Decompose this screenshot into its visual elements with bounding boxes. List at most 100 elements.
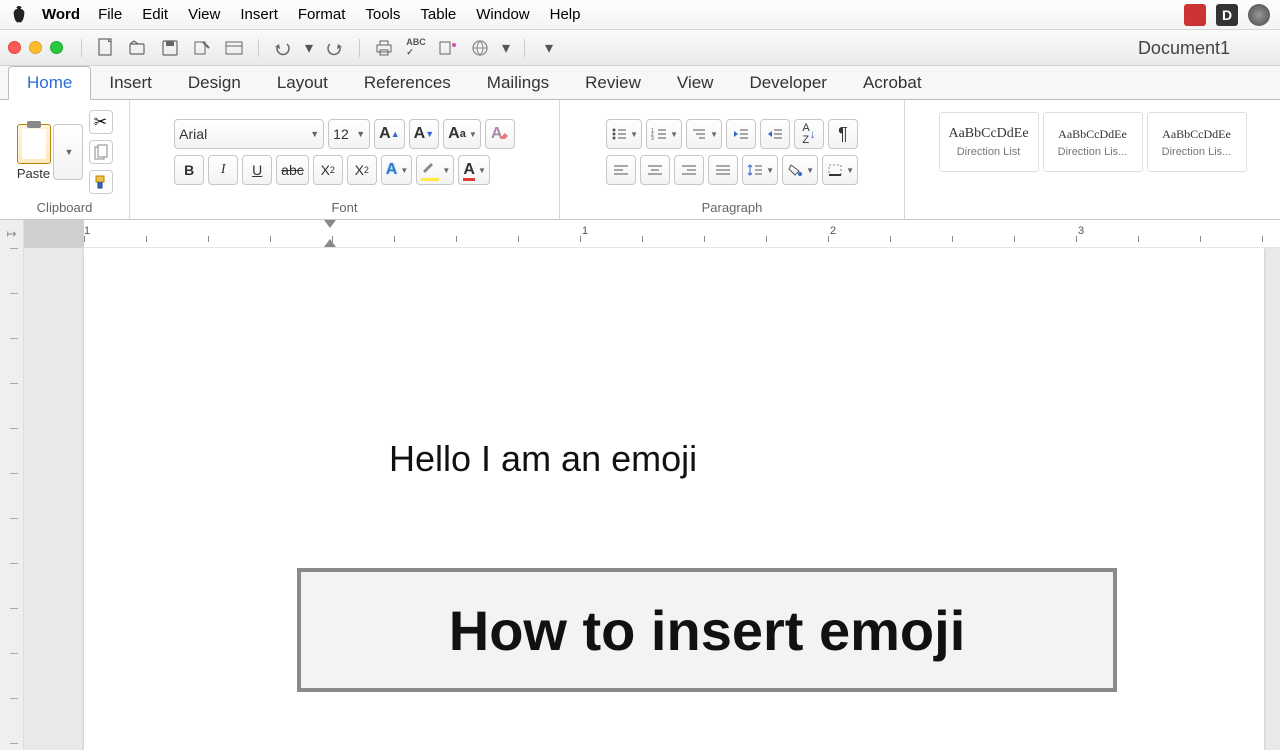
grow-font-button[interactable]: A▲ [374,119,404,149]
increase-indent-button[interactable] [760,119,790,149]
menu-view[interactable]: View [188,6,220,23]
tab-home[interactable]: Home [8,66,91,100]
shrink-font-button[interactable]: A▼ [409,119,439,149]
close-window-button[interactable] [8,41,21,54]
borders-button[interactable] [822,155,858,185]
format-painter-button[interactable] [89,170,113,194]
copy-button[interactable] [89,140,113,164]
subscript-button[interactable]: X2 [313,155,343,185]
tab-mailings[interactable]: Mailings [469,67,567,99]
tab-selector[interactable] [0,220,24,248]
sort-button[interactable]: AZ↓ [794,119,824,149]
paragraph-group-label: Paragraph [702,200,763,217]
menu-tools[interactable]: Tools [365,6,400,23]
undo-button[interactable] [271,36,295,60]
tab-view[interactable]: View [659,67,732,99]
paste-dropdown[interactable]: ▼ [53,124,83,180]
template-button[interactable] [222,36,246,60]
borders-icon [827,163,843,177]
clear-formatting-button[interactable]: A [485,119,515,149]
vertical-ruler[interactable] [0,248,24,750]
bullets-icon [611,127,627,141]
menubar-extra-icon-3[interactable] [1248,4,1270,26]
menu-table[interactable]: Table [420,6,456,23]
tab-review[interactable]: Review [567,67,659,99]
align-center-button[interactable] [640,155,670,185]
line-spacing-button[interactable] [742,155,778,185]
share-dropdown[interactable]: ▾ [500,36,512,60]
save-button[interactable] [158,36,182,60]
paste-button[interactable]: Paste [17,124,51,181]
menu-help[interactable]: Help [550,6,581,23]
first-line-indent-marker[interactable] [324,220,336,228]
superscript-button[interactable]: X2 [347,155,377,185]
menu-window[interactable]: Window [476,6,529,23]
clipboard-group-label: Clipboard [37,200,93,217]
font-name-combo[interactable]: Arial▼ [174,119,324,149]
font-size-combo[interactable]: 12▼ [328,119,370,149]
align-right-button[interactable] [674,155,704,185]
bucket-icon [787,163,803,177]
zoom-window-button[interactable] [50,41,63,54]
overlay-caption-box: How to insert emoji [297,568,1117,692]
ribbon-tabs: Home Insert Design Layout References Mai… [0,66,1280,100]
undo-dropdown[interactable]: ▾ [303,36,315,60]
page-area[interactable]: Hello I am an emoji How to insert emoji [24,248,1280,750]
change-case-button[interactable]: Aa [443,119,481,149]
style-item-3[interactable]: AaBbCcDdEe Direction Lis... [1147,112,1247,172]
window-titlebar: ▾ ABC✓ ▾ ▾ Document1 [0,30,1280,66]
show-paragraph-marks-button[interactable]: ¶ [828,119,858,149]
menubar-extra-icon-2[interactable]: D [1216,4,1238,26]
markup-button[interactable] [436,36,460,60]
menu-insert[interactable]: Insert [240,6,278,23]
bold-button[interactable]: B [174,155,204,185]
menu-format[interactable]: Format [298,6,346,23]
document-page[interactable]: Hello I am an emoji How to insert emoji [84,248,1264,750]
strikethrough-button[interactable]: abc [276,155,309,185]
ribbon: Paste ▼ ✂ Clipboard Arial▼ 12▼ A▲ A▼ Aa … [0,100,1280,220]
shading-button[interactable] [782,155,818,185]
numbering-button[interactable]: 123 [646,119,682,149]
style-item-2[interactable]: AaBbCcDdEe Direction Lis... [1043,112,1143,172]
italic-button[interactable]: I [208,155,238,185]
decrease-indent-button[interactable] [726,119,756,149]
print-button[interactable] [372,36,396,60]
apple-icon[interactable] [10,6,28,24]
underline-button[interactable]: U [242,155,272,185]
menubar-extra-icon-1[interactable] [1184,4,1206,26]
edit-button[interactable] [190,36,214,60]
clipboard-icon [17,124,51,164]
document-body-text[interactable]: Hello I am an emoji [389,438,697,480]
font-color-button[interactable]: A [458,155,490,185]
quick-access-toolbar: ▾ ABC✓ ▾ ▾ [77,36,561,60]
tab-design[interactable]: Design [170,67,259,99]
new-doc-button[interactable] [94,36,118,60]
bullets-button[interactable] [606,119,642,149]
style-item-1[interactable]: AaBbCcDdEe Direction List [939,112,1039,172]
brush-icon [93,174,109,190]
multilevel-list-button[interactable] [686,119,722,149]
workspace: Hello I am an emoji How to insert emoji [0,248,1280,750]
tab-layout[interactable]: Layout [259,67,346,99]
tab-insert[interactable]: Insert [91,67,170,99]
menu-file[interactable]: File [98,6,122,23]
tab-acrobat[interactable]: Acrobat [845,67,940,99]
tab-references[interactable]: References [346,67,469,99]
text-effects-button[interactable]: A [381,155,413,185]
justify-button[interactable] [708,155,738,185]
spellcheck-button[interactable]: ABC✓ [404,36,428,60]
tab-developer[interactable]: Developer [731,67,845,99]
scissors-icon: ✂ [94,112,107,132]
open-button[interactable] [126,36,150,60]
cut-button[interactable]: ✂ [89,110,113,134]
hanging-indent-marker[interactable] [324,239,336,247]
share-button[interactable] [468,36,492,60]
redo-button[interactable] [323,36,347,60]
highlight-button[interactable] [416,155,454,185]
qat-customize-dropdown[interactable]: ▾ [537,36,561,60]
horizontal-ruler[interactable]: 1 1 2 3 [0,220,1280,248]
menu-edit[interactable]: Edit [142,6,168,23]
menubar-app-name[interactable]: Word [42,6,80,23]
align-left-button[interactable] [606,155,636,185]
minimize-window-button[interactable] [29,41,42,54]
